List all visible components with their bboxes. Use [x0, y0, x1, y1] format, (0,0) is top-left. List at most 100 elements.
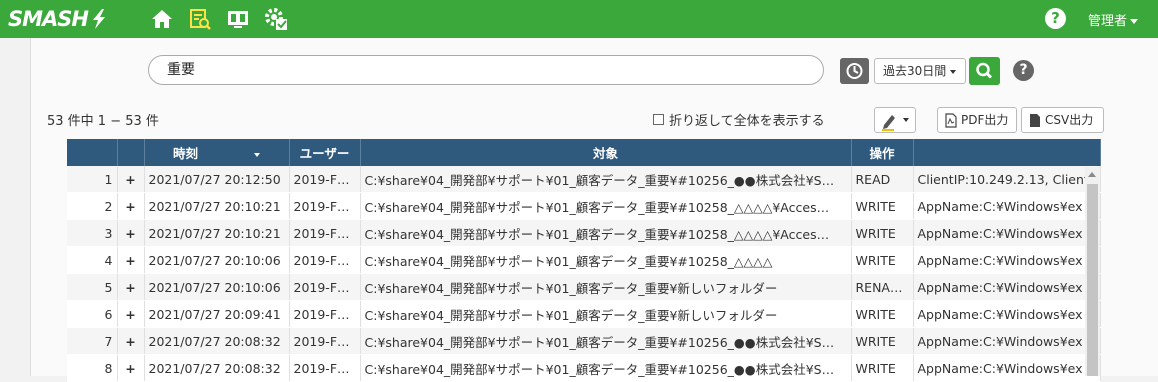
pdf-icon [945, 112, 957, 128]
cell-operation: WRITE [851, 300, 914, 328]
cell-detail: AppName:C:¥Windows¥ex [913, 354, 1101, 382]
home-icon[interactable] [150, 7, 174, 31]
cell-user: 2019-F… [289, 354, 361, 382]
search-icon[interactable] [969, 57, 1000, 85]
cell-detail: AppName:C:¥Windows¥ex [913, 219, 1101, 247]
column-header-expand [117, 139, 145, 166]
expand-row-icon[interactable]: + [117, 300, 145, 328]
pdf-label: PDF出力 [961, 113, 1009, 127]
cell-time: 2021/07/27 20:08:32 [144, 354, 290, 382]
lightning-icon [92, 9, 105, 29]
row-index: 1 [67, 166, 118, 193]
clock-icon[interactable] [840, 58, 869, 84]
cell-time: 2021/07/27 20:10:21 [144, 192, 290, 220]
column-header-detail[interactable] [913, 139, 1101, 166]
expand-row-icon[interactable]: + [117, 354, 145, 382]
column-header-target[interactable]: 対象 [360, 139, 852, 166]
row-index: 6 [67, 300, 118, 328]
cell-detail: AppName:C:¥Windows¥ex [913, 327, 1101, 355]
column-header-operation[interactable]: 操作 [851, 139, 914, 166]
period-label: 過去30日間 [883, 64, 947, 78]
cell-time: 2021/07/27 20:10:06 [144, 246, 290, 274]
column-header-time[interactable]: 時刻 [144, 139, 290, 166]
chevron-down-icon [950, 69, 957, 74]
scroll-up-icon[interactable] [1088, 172, 1096, 177]
user-label: 管理者 [1088, 14, 1128, 29]
cell-operation: WRITE [851, 354, 914, 382]
cell-target: C:¥share¥04_開発部¥サポート¥01_顧客データ_重要¥#10256_… [360, 166, 852, 193]
cell-user: 2019-F… [289, 246, 361, 274]
cell-target: C:¥share¥04_開発部¥サポート¥01_顧客データ_重要¥新しいフォルダ… [360, 300, 852, 328]
row-index: 5 [67, 273, 118, 301]
pdf-export-button[interactable]: PDF出力 [937, 107, 1017, 133]
cell-user: 2019-F… [289, 192, 361, 220]
sort-desc-icon[interactable] [254, 152, 260, 157]
cell-operation: WRITE [851, 246, 914, 274]
cell-user: 2019-F… [289, 219, 361, 247]
cell-user: 2019-F… [289, 166, 361, 193]
logo-text: SMASH [8, 7, 89, 31]
cell-detail: ClientIP:10.249.2.13, Client [913, 166, 1101, 193]
cell-user: 2019-F… [289, 327, 361, 355]
pen-icon [882, 115, 895, 131]
monitor-icon[interactable] [226, 7, 250, 31]
table-row[interactable]: 4 +2021/07/27 20:10:06 2019-F… C:¥share¥04_… [67, 246, 1101, 274]
cell-operation: WRITE [851, 192, 914, 220]
wrap-checkbox[interactable] [653, 114, 664, 125]
cell-time: 2021/07/27 20:10:21 [144, 219, 290, 247]
cell-time: 2021/07/27 20:09:41 [144, 300, 290, 328]
cell-operation: WRITE [851, 219, 914, 247]
table-row[interactable]: 6 +2021/07/27 20:09:41 2019-F… C:¥share¥04_… [67, 300, 1101, 328]
table-header-row: 時刻 ユーザー 対象 操作 [67, 139, 1101, 166]
table-row[interactable]: 1 +2021/07/27 20:12:50 2019-F… C:¥share¥04_… [67, 166, 1101, 193]
expand-row-icon[interactable]: + [117, 273, 145, 301]
smash-logo[interactable]: SMASH [8, 5, 108, 33]
cell-time: 2021/07/27 20:10:06 [144, 273, 290, 301]
log-table: 時刻 ユーザー 対象 操作 1 +2021/07/27 20:12:50 2019-… [67, 139, 1101, 382]
expand-row-icon[interactable]: + [117, 166, 145, 193]
period-select[interactable]: 過去30日間 [874, 58, 966, 84]
cell-operation: WRITE [851, 327, 914, 355]
csv-label: CSV出力 [1045, 113, 1094, 127]
chevron-down-icon [1130, 19, 1139, 24]
column-header-index [67, 139, 118, 166]
search-log-icon[interactable] [188, 7, 212, 31]
cell-operation: READ [851, 166, 914, 193]
row-index: 3 [67, 219, 118, 247]
highlight-button[interactable] [874, 107, 916, 133]
cell-time: 2021/07/27 20:12:50 [144, 166, 290, 193]
cell-user: 2019-F… [289, 300, 361, 328]
search-input[interactable]: 重要 [148, 55, 824, 85]
cell-target: C:¥share¥04_開発部¥サポート¥01_顧客データ_重要¥#10256_… [360, 354, 852, 382]
csv-export-button[interactable]: CSV出力 [1021, 107, 1104, 133]
scrollbar-thumb[interactable] [1087, 184, 1098, 376]
settings-check-icon[interactable] [264, 7, 288, 31]
cell-target: C:¥share¥04_開発部¥サポート¥01_顧客データ_重要¥#10256_… [360, 327, 852, 355]
help-icon[interactable]: ? [1045, 8, 1066, 29]
row-index: 4 [67, 246, 118, 274]
help-icon[interactable]: ? [1013, 60, 1034, 81]
cell-time: 2021/07/27 20:08:32 [144, 327, 290, 355]
row-index: 8 [67, 354, 118, 382]
user-menu[interactable]: 管理者 [1088, 10, 1139, 29]
cell-detail: AppName:C:¥Windows¥ex [913, 192, 1101, 220]
row-index: 2 [67, 192, 118, 220]
column-header-label: 時刻 [172, 146, 198, 161]
column-header-user[interactable]: ユーザー [289, 139, 361, 166]
table-row[interactable]: 7 +2021/07/27 20:08:32 2019-F… C:¥share¥04_… [67, 327, 1101, 355]
cell-detail: AppName:C:¥Windows¥ex [913, 300, 1101, 328]
cell-detail: AppName:C:¥Windows¥ex [913, 246, 1101, 274]
expand-row-icon[interactable]: + [117, 246, 145, 274]
table-row[interactable]: 3 +2021/07/27 20:10:21 2019-F… C:¥share¥04_… [67, 219, 1101, 247]
result-count: 53 件中 1 − 53 件 [47, 114, 159, 129]
table-row[interactable]: 8 +2021/07/27 20:08:32 2019-F… C:¥share¥04_… [67, 354, 1101, 382]
cell-user: 2019-F… [289, 273, 361, 301]
expand-row-icon[interactable]: + [117, 219, 145, 247]
wrap-label: 折り返して全体を表示する [669, 114, 825, 129]
wrap-toggle[interactable]: 折り返して全体を表示する [653, 110, 825, 129]
cell-detail: AppName:C:¥Windows¥ex [913, 273, 1101, 301]
table-row[interactable]: 2 +2021/07/27 20:10:21 2019-F… C:¥share¥04_… [67, 192, 1101, 220]
expand-row-icon[interactable]: + [117, 327, 145, 355]
table-row[interactable]: 5 +2021/07/27 20:10:06 2019-F… C:¥share¥04_… [67, 273, 1101, 301]
expand-row-icon[interactable]: + [117, 192, 145, 220]
